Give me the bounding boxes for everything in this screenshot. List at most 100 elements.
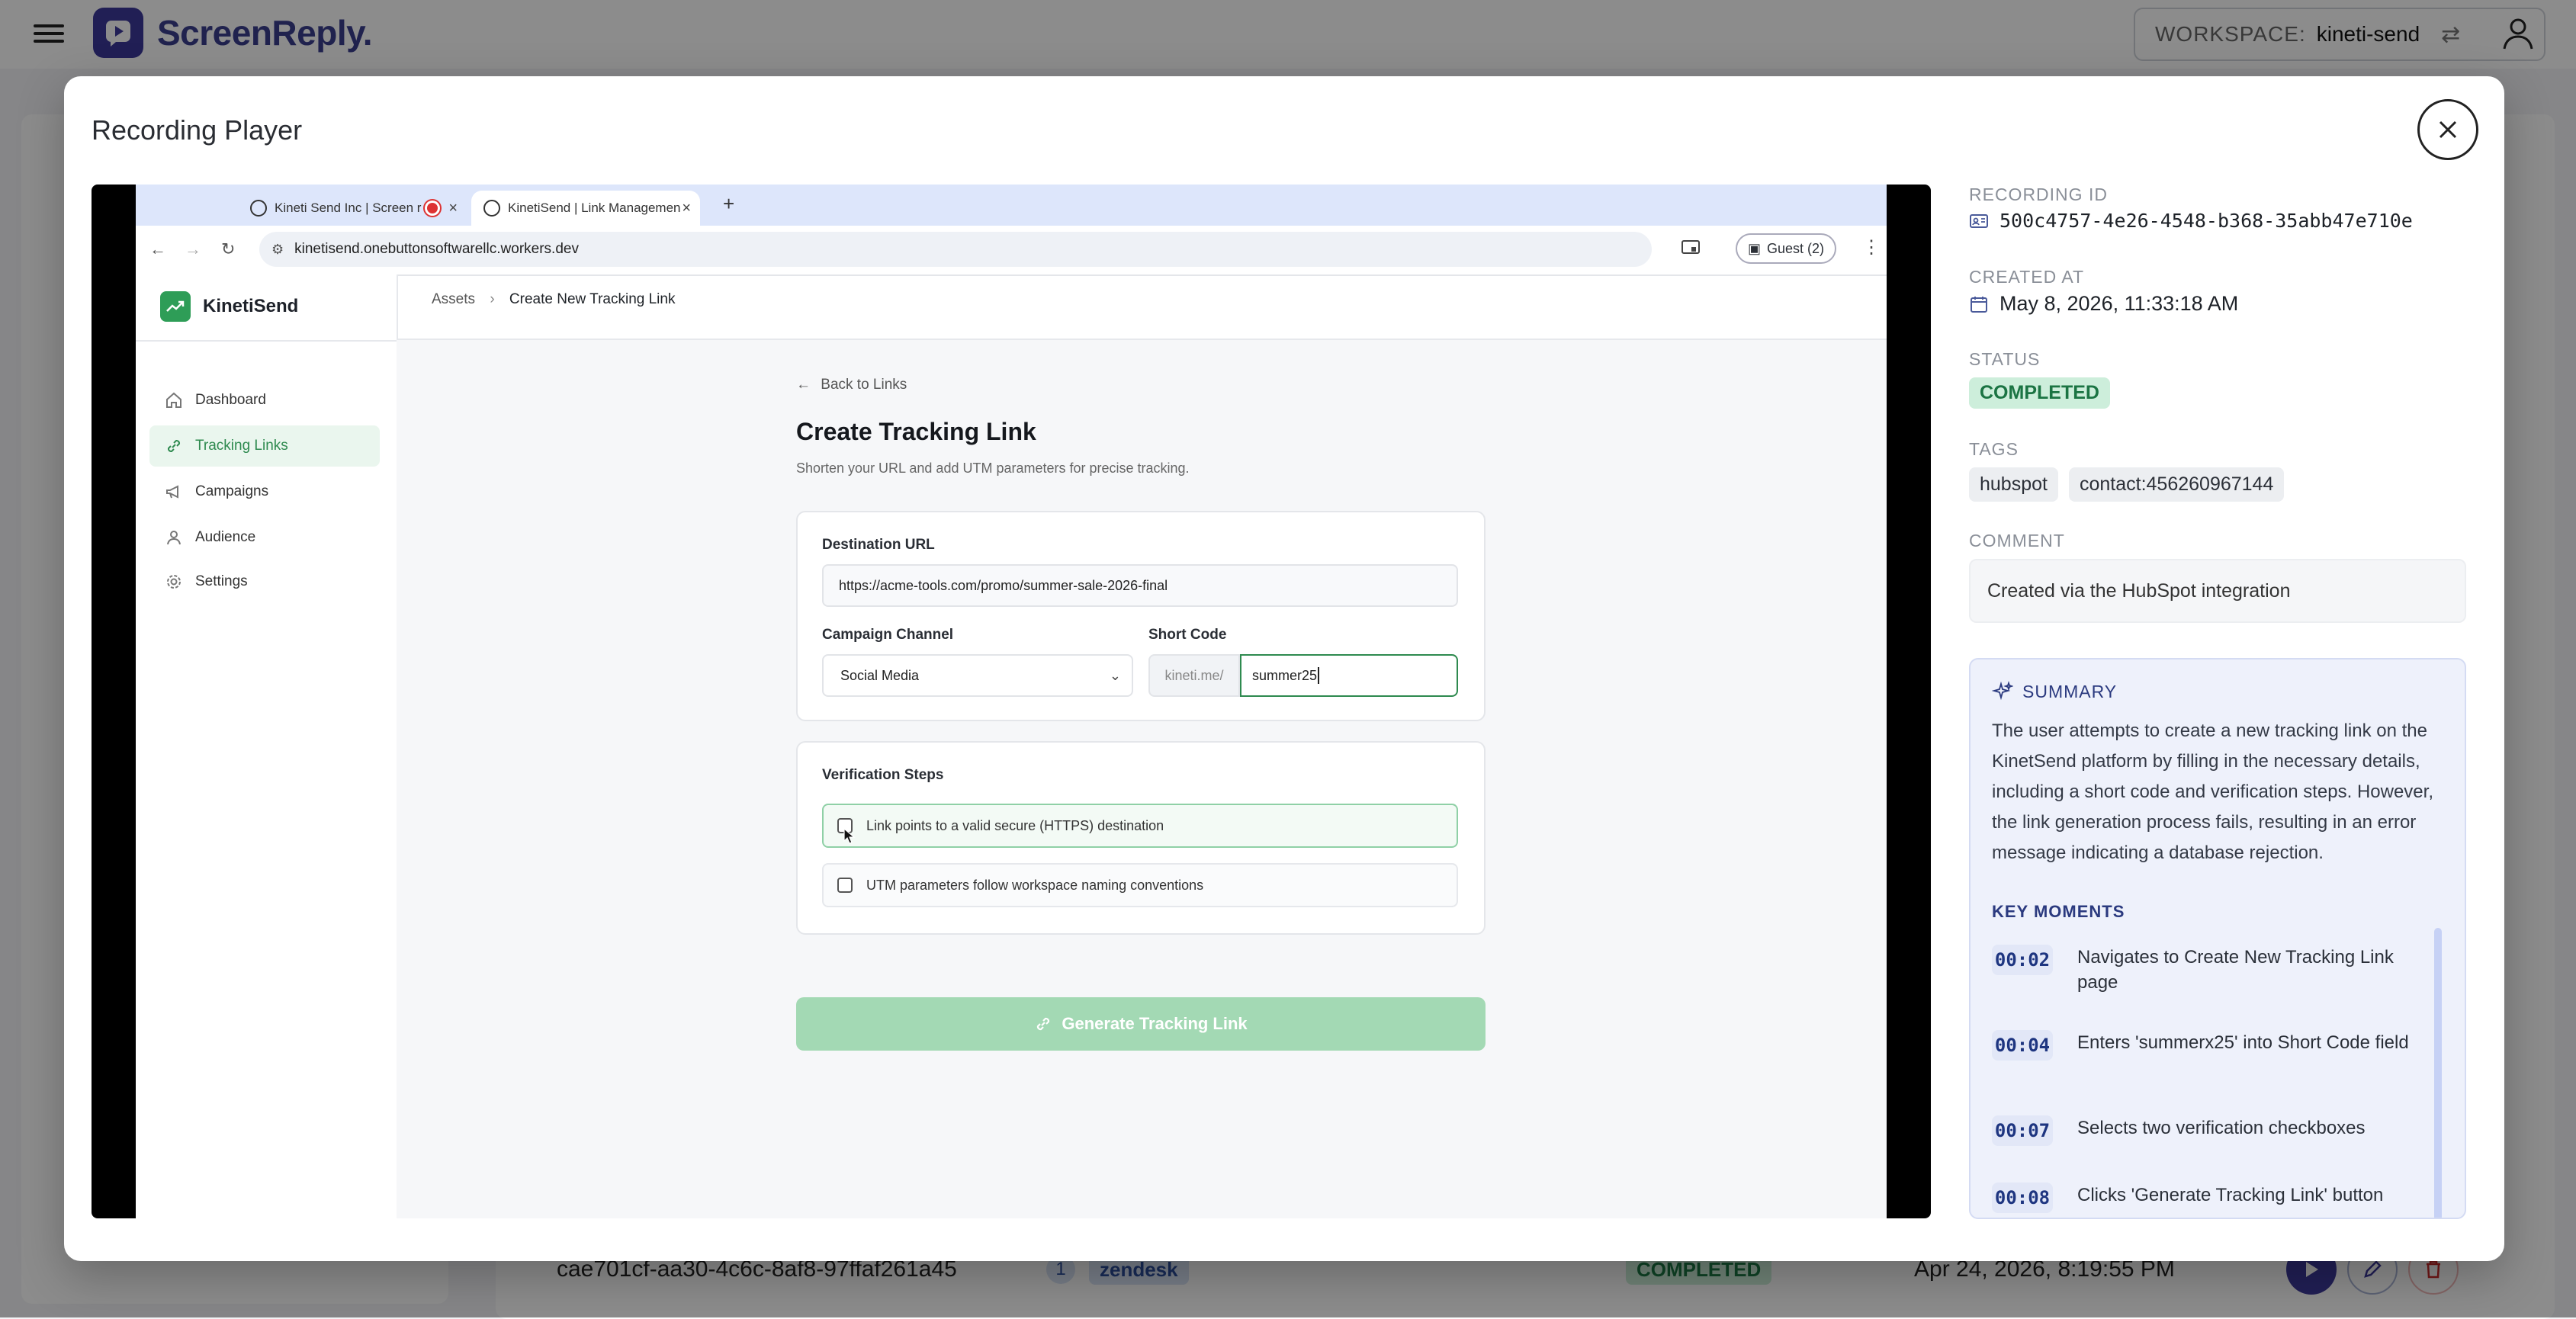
comment-box: Created via the HubSpot integration <box>1969 559 2466 623</box>
close-button[interactable] <box>2417 99 2478 160</box>
checkbox-label: Link points to a valid secure (HTTPS) de… <box>866 817 1164 833</box>
link-icon <box>1037 1017 1050 1031</box>
video-player[interactable]: Kineti Send Inc | Screen r × KinetiSend … <box>92 185 1931 1218</box>
browser-tab-active: KinetiSend | Link Managemen × <box>471 191 700 226</box>
favicon-icon <box>250 200 267 217</box>
verification-title: Verification Steps <box>822 767 944 783</box>
page-content: ← Back to Links Create Tracking Link Sho… <box>397 340 1887 1218</box>
tag-chip: contact:456260967144 <box>2068 467 2285 502</box>
divider <box>136 340 397 342</box>
sidebar-item-label: Campaigns <box>195 483 269 499</box>
tab-close-icon: × <box>448 199 458 217</box>
back-to-links-link: ← Back to Links <box>796 377 907 393</box>
back-link-label: Back to Links <box>821 377 907 393</box>
sparkle-icon <box>1992 681 2013 701</box>
comment-label: COMMENT <box>1969 531 2065 550</box>
key-moment-item[interactable]: 00:07 Selects two verification checkboxe… <box>1992 1115 2419 1146</box>
key-moment-item[interactable]: 00:02 Navigates to Create New Tracking L… <box>1992 945 2419 995</box>
timestamp-chip[interactable]: 00:07 <box>1992 1115 2053 1146</box>
short-code-input: summer25 <box>1240 654 1458 697</box>
sidebar-item-dashboard: Dashboard <box>149 380 380 421</box>
tab-title: Kineti Send Inc | Screen r <box>275 201 422 215</box>
key-moments-scrollbar[interactable] <box>2434 928 2442 1218</box>
generate-button-label: Generate Tracking Link <box>1062 1014 1248 1033</box>
short-code-value: summer25 <box>1252 667 1318 683</box>
checkbox-icon <box>837 878 853 893</box>
id-card-icon <box>1970 213 1988 228</box>
recording-frame: Kineti Send Inc | Screen r × KinetiSend … <box>136 185 1887 1218</box>
breadcrumb-parent: Assets <box>432 291 476 307</box>
close-icon <box>2439 120 2457 139</box>
recording-info-panel: RECORDING ID 500c4757-4e26-4548-b368-35a… <box>1969 185 2466 1219</box>
chevron-right-icon: › <box>490 291 495 307</box>
guest-profile-chip: ▣ Guest (2) <box>1736 233 1837 264</box>
summary-label: SUMMARY <box>2022 681 2118 701</box>
tab-close-icon: × <box>682 199 691 217</box>
destination-url-label: Destination URL <box>822 537 935 553</box>
site-settings-icon: ⚙ <box>271 241 284 257</box>
link-details-card: Destination URL https://acme-tools.com/p… <box>796 511 1486 721</box>
status-badge: COMPLETED <box>1969 377 2110 409</box>
modal-title: Recording Player <box>92 114 303 146</box>
browser-address-bar: ← → ↻ ⚙ kinetisend.onebuttonsoftwarellc.… <box>136 226 1887 276</box>
timestamp-chip[interactable]: 00:04 <box>1992 1030 2053 1061</box>
key-moments-label: KEY MOMENTS <box>1992 902 2125 921</box>
tag-chip: hubspot <box>1969 467 2058 502</box>
campaign-channel-select: Social Media ⌄ <box>822 654 1133 697</box>
home-icon <box>166 392 181 408</box>
kinetisend-sidebar: KinetiSend Dashboard Tracking Links Camp… <box>136 274 398 1218</box>
reload-icon: ↻ <box>221 239 236 258</box>
brand-name: KinetiSend <box>203 296 299 316</box>
guest-label: Guest (2) <box>1767 240 1825 256</box>
breadcrumb: Assets › Create New Tracking Link <box>432 291 675 308</box>
created-at-row: May 8, 2026, 11:33:18 AM <box>1969 292 2466 316</box>
verification-checkbox-https: Link points to a valid secure (HTTPS) de… <box>822 804 1458 848</box>
arrow-left-icon: ← <box>796 377 811 393</box>
verification-card: Verification Steps Link points to a vali… <box>796 741 1486 935</box>
key-moment-text: Clicks 'Generate Tracking Link' button <box>2077 1185 2384 1205</box>
profile-icon: ▣ <box>1748 240 1762 256</box>
recording-indicator-icon <box>427 203 438 213</box>
sidebar-item-settings: Settings <box>149 561 380 602</box>
verification-checkbox-utm: UTM parameters follow workspace naming c… <box>822 863 1458 907</box>
page-title: Create Tracking Link <box>796 418 1036 445</box>
short-code-label: Short Code <box>1148 627 1227 643</box>
recording-id-label: RECORDING ID <box>1969 185 2108 204</box>
campaign-channel-label: Campaign Channel <box>822 627 954 643</box>
sidebar-item-label: Audience <box>195 529 256 545</box>
sidebar-item-label: Dashboard <box>195 392 266 408</box>
kinetisend-brand: KinetiSend <box>160 291 298 322</box>
person-icon <box>167 531 181 545</box>
page-subtitle: Shorten your URL and add UTM parameters … <box>796 461 1190 476</box>
status-label: STATUS <box>1969 349 2041 369</box>
summary-header: SUMMARY <box>1992 681 2117 702</box>
gear-icon <box>167 575 181 589</box>
key-moment-text: Enters 'summerx25' into Short Code field <box>2077 1032 2409 1053</box>
key-moment-text: Selects two verification checkboxes <box>2077 1118 2366 1138</box>
selected-channel: Social Media <box>840 667 920 683</box>
checkbox-label: UTM parameters follow workspace naming c… <box>866 877 1204 893</box>
back-arrow-icon: ← <box>149 239 166 258</box>
timestamp-chip[interactable]: 00:02 <box>1992 945 2053 975</box>
key-moment-item[interactable]: 00:04 Enters 'summerx25' into Short Code… <box>1992 1030 2419 1061</box>
generate-tracking-link-button: Generate Tracking Link <box>796 997 1486 1051</box>
key-moment-text: Navigates to Create New Tracking Link pa… <box>2077 947 2394 993</box>
recording-id-value: 500c4757-4e26-4548-b368-35abb47e710e <box>1999 210 2413 232</box>
text-cursor <box>1318 667 1320 684</box>
chevron-down-icon: ⌄ <box>1109 667 1121 683</box>
new-tab-icon: + <box>723 192 735 215</box>
globe-icon <box>483 200 500 217</box>
key-moment-item[interactable]: 00:08 Clicks 'Generate Tracking Link' bu… <box>1992 1183 2419 1213</box>
sidebar-item-tracking-links: Tracking Links <box>149 425 380 467</box>
url-field: ⚙ kinetisend.onebuttonsoftwarellc.worker… <box>259 232 1652 267</box>
timestamp-chip[interactable]: 00:08 <box>1992 1183 2053 1213</box>
sidebar-item-audience: Audience <box>149 517 380 558</box>
link-icon <box>167 439 181 453</box>
created-at-value: May 8, 2026, 11:33:18 AM <box>1999 292 2239 315</box>
sidebar-item-campaigns: Campaigns <box>149 471 380 512</box>
cast-icon <box>1681 240 1700 254</box>
sidebar-item-label: Tracking Links <box>195 438 288 454</box>
forward-arrow-icon: → <box>185 239 201 258</box>
trend-up-icon <box>160 291 191 322</box>
mouse-pointer-icon <box>843 828 856 844</box>
